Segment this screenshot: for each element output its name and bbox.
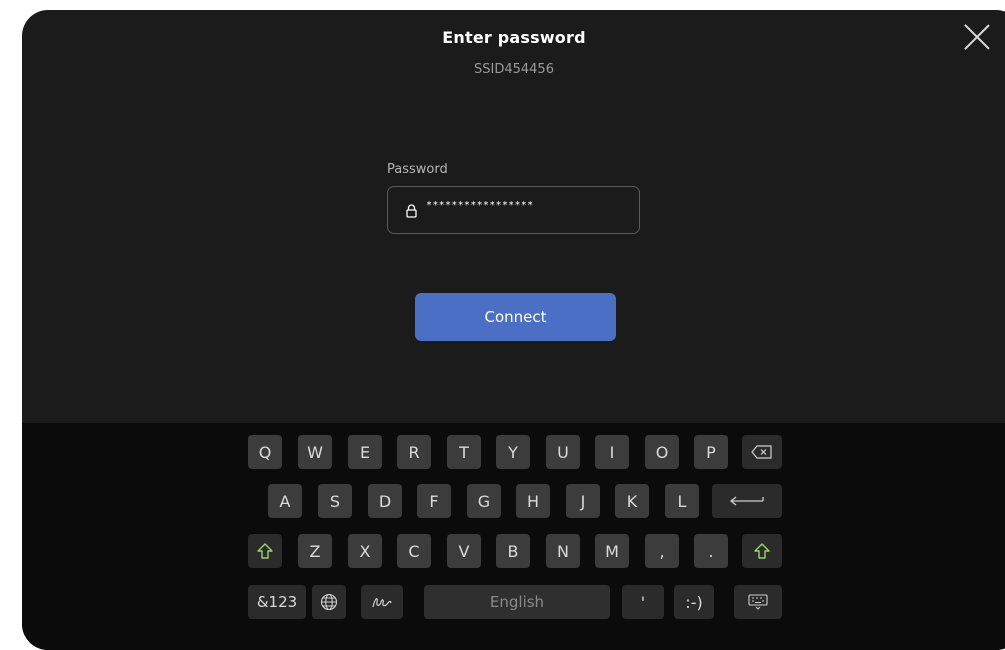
key-g[interactable]: G [467,484,501,518]
backspace-icon [751,445,772,459]
hide-keyboard-key[interactable] [734,585,782,619]
key-w[interactable]: W [298,435,332,469]
handwriting-key[interactable] [361,585,403,619]
symbols-key[interactable]: &123 [248,585,306,619]
key-k[interactable]: K [615,484,649,518]
key-p[interactable]: P [694,435,728,469]
key-z[interactable]: Z [298,534,332,568]
shift-icon [257,543,273,559]
password-label: Password [387,162,448,177]
key-f[interactable]: F [417,484,451,518]
dialog-title: Enter password [442,28,586,47]
emoticon-key[interactable]: :-) [674,585,714,619]
language-key[interactable] [312,585,346,619]
shift-icon [754,543,770,559]
key-period[interactable]: . [694,534,728,568]
key-r[interactable]: R [397,435,431,469]
globe-icon [320,593,338,611]
enter-icon [729,496,764,506]
network-ssid: SSID454456 [474,62,554,77]
wifi-password-dialog: Enter password SSID454456 Password *****… [22,10,1005,650]
key-comma[interactable]: , [645,534,679,568]
key-q[interactable]: Q [248,435,282,469]
apostrophe-key[interactable]: ' [622,585,664,619]
space-key[interactable]: English [424,585,610,619]
password-field[interactable]: ***************** [387,186,640,234]
key-e[interactable]: E [348,435,382,469]
lock-icon [406,204,417,218]
key-d[interactable]: D [368,484,402,518]
key-u[interactable]: U [546,435,580,469]
key-t[interactable]: T [447,435,481,469]
key-n[interactable]: N [546,534,580,568]
key-j[interactable]: J [566,484,600,518]
key-i[interactable]: I [595,435,629,469]
key-v[interactable]: V [447,534,481,568]
key-c[interactable]: C [397,534,431,568]
key-y[interactable]: Y [496,435,530,469]
connect-button[interactable]: Connect [415,293,616,341]
shift-key-right[interactable] [742,534,782,568]
key-h[interactable]: H [516,484,550,518]
enter-key[interactable] [712,484,782,518]
shift-key-left[interactable] [248,534,282,568]
key-l[interactable]: L [665,484,699,518]
handwriting-icon [372,597,392,608]
key-o[interactable]: O [645,435,679,469]
password-value: ***************** [426,200,534,211]
on-screen-keyboard: Q W E R T Y U I O P A S D F G H J K L Z … [22,423,1005,650]
key-x[interactable]: X [348,534,382,568]
key-s[interactable]: S [318,484,352,518]
key-a[interactable]: A [268,484,302,518]
key-m[interactable]: M [595,534,629,568]
backspace-key[interactable] [742,435,782,469]
key-b[interactable]: B [496,534,530,568]
keyboard-hide-icon [748,594,768,610]
close-icon[interactable] [962,22,992,52]
